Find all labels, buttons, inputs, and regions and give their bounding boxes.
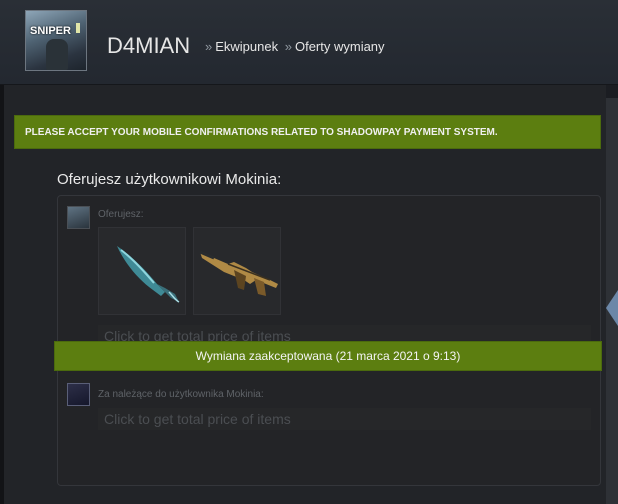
trade-item-knife[interactable] <box>98 227 186 315</box>
breadcrumb: » Ekwipunek » Oferty wymiany <box>202 39 385 54</box>
trade-heading: Oferujesz użytkownikowi Mokinia: <box>57 171 282 188</box>
partner-avatar <box>67 383 90 406</box>
breadcrumb-separator: » <box>284 39 292 54</box>
avatar-decoration <box>76 23 80 33</box>
trade-accepted-banner: Wymiana zaakceptowana (21 marca 2021 o 9… <box>54 341 602 371</box>
profile-header: SNIPER D4MIAN » Ekwipunek » Oferty wymiany <box>0 0 618 85</box>
page-title[interactable]: D4MIAN <box>107 33 190 59</box>
shadowpay-notice-banner: PLEASE ACCEPT YOUR MOBILE CONFIRMATIONS … <box>14 115 601 149</box>
knife-icon <box>117 246 180 303</box>
partner-offer-label: Za należące do użytkownika Mokinia: <box>98 389 264 400</box>
breadcrumb-trade-offers-link[interactable]: Oferty wymiany <box>295 39 385 54</box>
breadcrumb-separator: » <box>205 39 213 54</box>
breadcrumb-inventory-link[interactable]: Ekwipunek <box>215 39 278 54</box>
my-avatar <box>67 206 90 229</box>
trade-accepted-text: Wymiana zaakceptowana (21 marca 2021 o 9… <box>195 349 461 363</box>
my-offer-label: Oferujesz: <box>98 209 144 220</box>
notice-text: PLEASE ACCEPT YOUR MOBILE CONFIRMATIONS … <box>25 127 498 138</box>
trade-item-rifle[interactable] <box>193 227 281 315</box>
avatar-logo-text: SNIPER <box>30 25 71 37</box>
avatar-figure <box>46 39 68 70</box>
expand-arrow-icon[interactable] <box>606 290 618 326</box>
partner-total-price-text: Click to get total price of items <box>104 411 291 427</box>
rifle-icon <box>199 250 278 296</box>
partner-total-price-button[interactable]: Click to get total price of items <box>98 408 591 430</box>
user-avatar[interactable]: SNIPER <box>25 10 87 71</box>
